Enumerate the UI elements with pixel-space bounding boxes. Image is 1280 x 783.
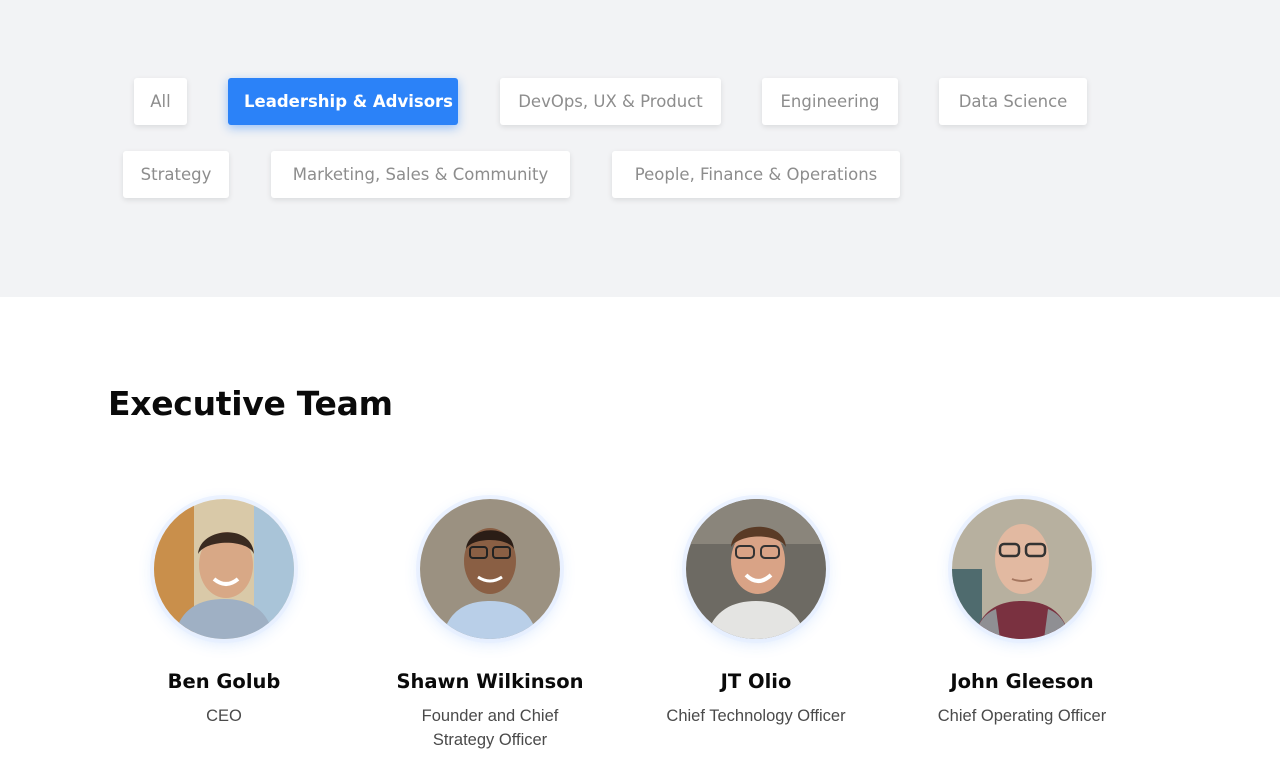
team-member-card: John Gleeson Chief Operating Officer: [892, 499, 1152, 728]
filter-strategy-button[interactable]: Strategy: [123, 151, 229, 198]
member-role: Chief Technology Officer: [666, 707, 846, 725]
team-member-card: Ben Golub CEO: [94, 499, 354, 728]
filter-engineering-button[interactable]: Engineering: [762, 78, 898, 125]
member-name: JT Olio: [720, 670, 792, 693]
avatar: [952, 499, 1092, 639]
member-role: Chief Operating Officer: [937, 707, 1107, 725]
section-title: Executive Team: [108, 384, 393, 423]
avatar: [420, 499, 560, 639]
person-photo-icon: [952, 499, 1092, 639]
member-role: CEO: [206, 707, 242, 725]
filter-people-finance-operations-button[interactable]: People, Finance & Operations: [612, 151, 900, 198]
member-role: Founder and Chief Strategy Officer: [421, 707, 559, 749]
team-member-card: JT Olio Chief Technology Officer: [626, 499, 886, 728]
filter-devops-ux-product-button[interactable]: DevOps, UX & Product: [500, 78, 721, 125]
filter-all-button[interactable]: All: [134, 78, 187, 125]
avatar: [686, 499, 826, 639]
person-photo-icon: [686, 499, 826, 639]
filter-band: All Leadership & Advisors DevOps, UX & P…: [0, 0, 1280, 297]
team-member-card: Shawn Wilkinson Founder and Chief Strate…: [360, 499, 620, 752]
avatar: [154, 499, 294, 639]
member-name: Shawn Wilkinson: [396, 670, 584, 693]
filter-leadership-button[interactable]: Leadership & Advisors: [228, 78, 458, 125]
filter-data-science-button[interactable]: Data Science: [939, 78, 1087, 125]
member-name: John Gleeson: [950, 670, 1094, 693]
person-photo-icon: [420, 499, 560, 639]
member-name: Ben Golub: [167, 670, 281, 693]
filter-marketing-sales-community-button[interactable]: Marketing, Sales & Community: [271, 151, 570, 198]
person-photo-icon: [154, 499, 294, 639]
